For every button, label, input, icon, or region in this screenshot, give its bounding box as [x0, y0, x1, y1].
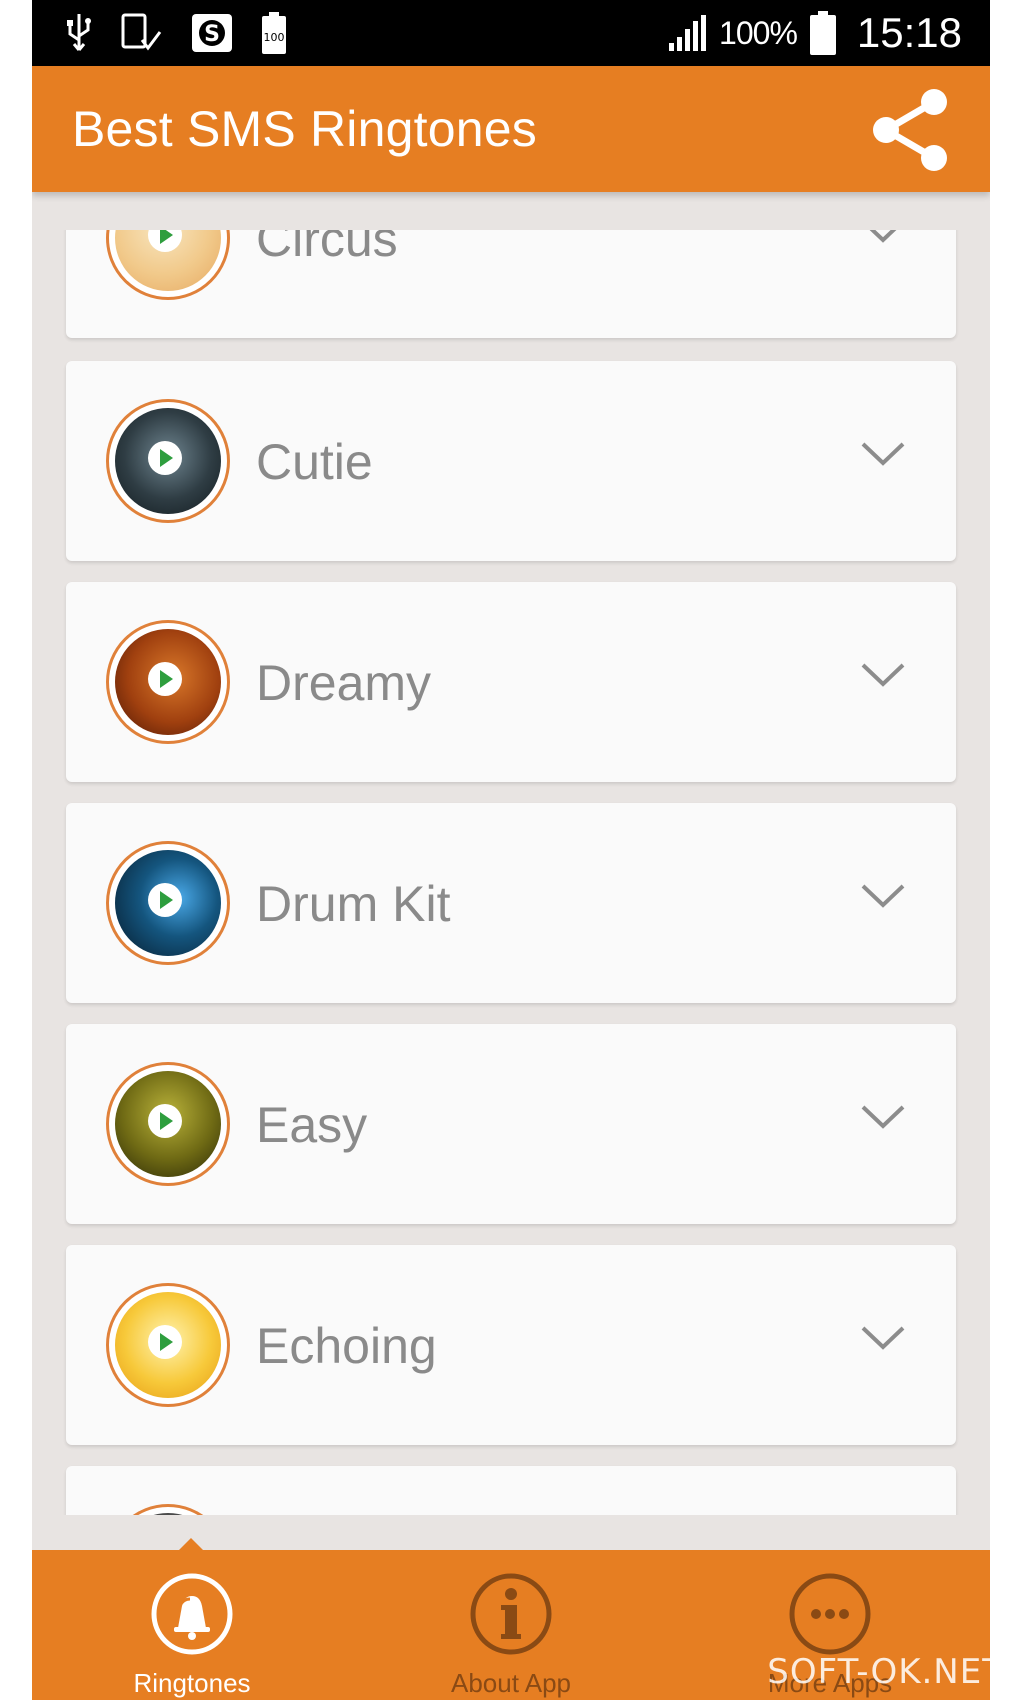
status-bar-notifications: S 100: [64, 8, 288, 58]
ringtone-card[interactable]: Easy: [66, 1024, 956, 1224]
bell-icon: [151, 1573, 233, 1655]
ringtone-list[interactable]: Circus Cutie Dreamy Drum Kit Easy Echoin…: [32, 230, 990, 1515]
signal-icon: [669, 15, 707, 51]
battery-icon: [809, 11, 836, 55]
ringtone-name: Circus: [256, 230, 398, 267]
ringtone-name: Drum Kit: [256, 876, 451, 932]
status-bar: S 100 100% 15:18: [32, 0, 990, 66]
chevron-down-icon[interactable]: [860, 439, 906, 469]
chevron-down-icon[interactable]: [860, 1102, 906, 1132]
ringtone-card[interactable]: [66, 1466, 956, 1515]
ringtone-avatar: [106, 841, 230, 965]
battery-percent: 100%: [719, 14, 798, 51]
ringtone-avatar: [106, 230, 230, 300]
ringtone-avatar: [106, 620, 230, 744]
ringtone-name: Cutie: [256, 434, 373, 490]
ringtone-name: Echoing: [256, 1318, 437, 1374]
play-icon[interactable]: [148, 1104, 182, 1138]
battery-small-label: 100: [264, 31, 285, 44]
info-icon: [470, 1573, 552, 1655]
ringtone-card[interactable]: Cutie: [66, 361, 956, 561]
tab-about-app[interactable]: About App: [411, 1572, 611, 1700]
clock: 15:18: [856, 9, 962, 56]
next-art: [115, 1513, 221, 1515]
chevron-down-icon[interactable]: [860, 660, 906, 690]
tab-ringtones[interactable]: Ringtones: [92, 1572, 292, 1700]
ringtone-avatar: [106, 1062, 230, 1186]
status-bar-system: 100% 15:18: [667, 8, 962, 58]
app-toolbar: Best SMS Ringtones: [32, 66, 990, 192]
s-app-icon: S: [192, 14, 232, 52]
play-icon[interactable]: [148, 662, 182, 696]
battery-small-icon: 100: [262, 12, 286, 54]
play-icon[interactable]: [148, 1325, 182, 1359]
ringtone-card[interactable]: Drum Kit: [66, 803, 956, 1003]
ringtone-avatar: [106, 1504, 230, 1515]
play-icon[interactable]: [148, 883, 182, 917]
play-icon[interactable]: [148, 441, 182, 475]
chevron-down-icon[interactable]: [860, 1323, 906, 1353]
screenshot-icon: [121, 13, 162, 51]
ringtone-name: Dreamy: [256, 655, 432, 711]
svg-text:S: S: [204, 22, 220, 47]
usb-icon: [67, 14, 91, 51]
chevron-down-icon[interactable]: [860, 230, 906, 246]
ringtone-name: Easy: [256, 1097, 368, 1153]
ringtone-card[interactable]: Dreamy: [66, 582, 956, 782]
phone-screen: S 100 100% 15:18 Best SMS Ringtones Circ…: [32, 0, 990, 1700]
ringtone-card[interactable]: Circus: [66, 230, 956, 338]
app-title: Best SMS Ringtones: [72, 101, 537, 157]
ringtone-card[interactable]: Echoing: [66, 1245, 956, 1445]
ringtone-avatar: [106, 399, 230, 523]
share-button[interactable]: [864, 84, 956, 176]
ringtone-avatar: [106, 1283, 230, 1407]
tab-label: About App: [451, 1668, 571, 1698]
share-icon: [873, 89, 947, 171]
more-icon: [789, 1573, 871, 1655]
watermark: SOFT-OK.NET: [767, 1652, 1004, 1692]
chevron-down-icon[interactable]: [860, 881, 906, 911]
tab-label: Ringtones: [133, 1668, 251, 1698]
